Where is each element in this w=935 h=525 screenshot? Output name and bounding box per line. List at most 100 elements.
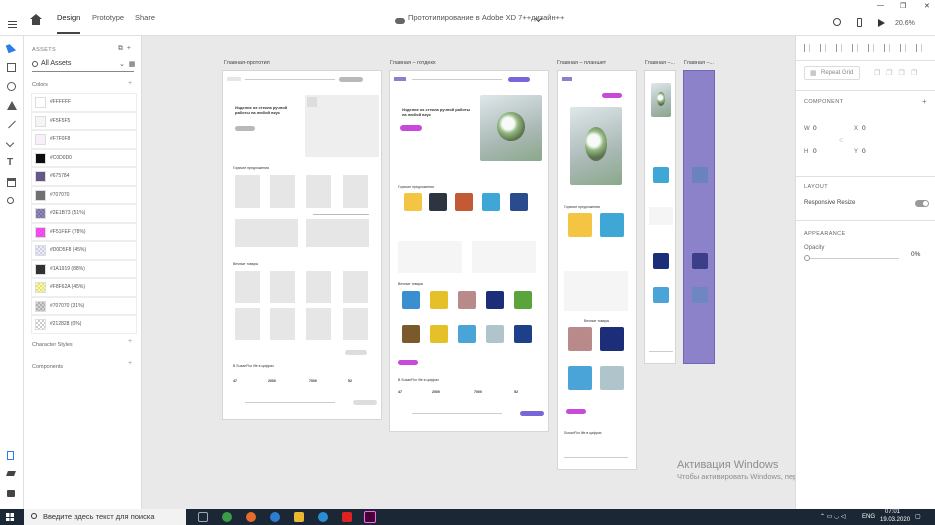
adobe-xd-icon[interactable]: [364, 511, 376, 523]
assets-filter[interactable]: All Assets: [41, 60, 71, 67]
edge-icon[interactable]: [270, 512, 280, 522]
rectangle-tool-icon[interactable]: [7, 63, 16, 72]
add-asset-icon[interactable]: +: [127, 45, 131, 52]
artboard-label[interactable]: Главная – планшет: [557, 60, 606, 66]
add-color-icon[interactable]: +: [128, 80, 132, 87]
artboard-label[interactable]: Главная-прототип: [224, 60, 270, 66]
document-assets-icon[interactable]: [7, 451, 14, 460]
responsive-resize-toggle[interactable]: [915, 200, 929, 207]
search-icon[interactable]: [32, 61, 38, 67]
tab-share[interactable]: Share: [135, 0, 155, 36]
align-center-icon[interactable]: [820, 44, 826, 52]
design-canvas[interactable]: Главная-прототип Главная – готдекх Главн…: [142, 36, 795, 509]
add-component-icon[interactable]: +: [922, 97, 927, 106]
artboard-mobile[interactable]: [644, 70, 676, 364]
color-asset-row[interactable]: #2E1B73 (51%): [31, 204, 137, 223]
language-indicator[interactable]: ENG: [862, 514, 875, 520]
color-asset-row[interactable]: #675784: [31, 167, 137, 186]
play-icon[interactable]: [878, 19, 885, 27]
color-asset-row[interactable]: #1A1919 (88%): [31, 259, 137, 278]
zoom-tool-icon[interactable]: [7, 197, 14, 204]
task-view-icon[interactable]: [198, 512, 208, 522]
pen-tool-icon[interactable]: [5, 138, 15, 148]
color-asset-row[interactable]: #F8F62A (45%): [31, 278, 137, 297]
artboard-mobile-selected[interactable]: [683, 70, 715, 364]
export-icon[interactable]: ⧉: [118, 45, 123, 52]
color-asset-row[interactable]: #F5F5F5: [31, 111, 137, 130]
lock-aspect-icon[interactable]: ⊂: [839, 137, 844, 144]
hero-button: [235, 126, 255, 131]
colors-section-title[interactable]: Colors: [32, 82, 48, 88]
color-asset-row[interactable]: #F51FEF (78%): [31, 222, 137, 241]
mobile-preview-icon[interactable]: [857, 18, 862, 27]
hero-heading: Изделие из стекла ручной работы на любой…: [402, 107, 471, 117]
artboard-tablet[interactable]: Горячие предложения Вечные товары SusanF…: [557, 70, 637, 470]
section-eternal-goods: Вечные товары: [233, 262, 259, 266]
tab-design[interactable]: Design: [57, 0, 81, 34]
distribute-vertical-icon[interactable]: [916, 44, 922, 52]
color-asset-row[interactable]: #707070 (31%): [31, 296, 137, 315]
align-right-icon[interactable]: [836, 44, 842, 52]
line-tool-icon[interactable]: [8, 120, 16, 129]
layers-icon[interactable]: [6, 471, 16, 476]
artboard-label[interactable]: Главная –...: [684, 60, 714, 66]
media-icon[interactable]: [342, 512, 352, 522]
firefox-icon[interactable]: [246, 512, 256, 522]
minimize-button[interactable]: —: [877, 2, 884, 9]
taskbar-search[interactable]: Введите здесь текст для поиска: [24, 509, 186, 525]
clock-time[interactable]: 07:01: [885, 509, 900, 515]
home-icon[interactable]: [30, 14, 42, 25]
opacity-value[interactable]: 0%: [911, 251, 920, 258]
repeat-grid-button[interactable]: Repeat Grid: [804, 66, 860, 80]
hamburger-menu-icon[interactable]: [6, 0, 20, 36]
align-left-icon[interactable]: [804, 44, 810, 52]
artboard-tool-icon[interactable]: [7, 178, 16, 187]
skype-icon[interactable]: [318, 512, 328, 522]
chrome-icon[interactable]: [222, 512, 232, 522]
clock-date[interactable]: 19.03.2020: [880, 517, 910, 523]
height-input[interactable]: 0: [813, 148, 817, 155]
notifications-icon[interactable]: ▢: [915, 513, 921, 520]
y-input[interactable]: 0: [862, 148, 866, 155]
character-styles-title[interactable]: Character Styles: [32, 342, 73, 348]
artboard-label[interactable]: Главная –...: [645, 60, 675, 66]
x-input[interactable]: 0: [862, 125, 866, 132]
close-button[interactable]: ✕: [924, 2, 930, 10]
select-tool-icon[interactable]: [5, 42, 17, 54]
align-middle-icon[interactable]: [868, 44, 874, 52]
width-input[interactable]: 0: [813, 125, 817, 132]
align-bottom-icon[interactable]: [884, 44, 890, 52]
windows-start-icon[interactable]: [6, 513, 14, 521]
add-character-style-icon[interactable]: +: [128, 338, 132, 345]
opacity-slider-knob[interactable]: [804, 255, 810, 261]
maximize-button[interactable]: ❐: [900, 2, 906, 10]
polygon-tool-icon[interactable]: [7, 101, 17, 110]
product-image: [458, 291, 476, 309]
ellipse-tool-icon[interactable]: [7, 82, 16, 91]
footer-nav: [412, 413, 502, 414]
tab-prototype[interactable]: Prototype: [92, 0, 124, 36]
section-hot-offers: Горячие предложения: [564, 205, 600, 209]
color-asset-row[interactable]: #F7F0F8: [31, 130, 137, 149]
components-title[interactable]: Components: [32, 364, 63, 370]
color-asset-row[interactable]: #212828 (0%): [31, 315, 137, 334]
filter-controls[interactable]: ⌄ ▦: [119, 60, 135, 68]
boolean-ops-icons[interactable]: ❐❐❐❐: [874, 69, 923, 77]
artboard-label[interactable]: Главная – готдекх: [390, 60, 436, 66]
color-asset-row[interactable]: #D0D5F8 (45%): [31, 241, 137, 260]
add-component-icon[interactable]: +: [128, 360, 132, 367]
user-icon[interactable]: [833, 18, 841, 26]
color-label: #707070: [50, 191, 70, 198]
opacity-slider-track[interactable]: [806, 258, 899, 259]
align-top-icon[interactable]: [852, 44, 858, 52]
color-asset-row[interactable]: #707070: [31, 185, 137, 204]
plugins-icon[interactable]: [7, 490, 15, 497]
artboard-desktop[interactable]: Изделие из стекла ручной работы на любой…: [389, 70, 549, 432]
color-asset-row[interactable]: #FFFFFF: [31, 93, 137, 112]
color-asset-row[interactable]: #C0D0D0: [31, 148, 137, 167]
distribute-horizontal-icon[interactable]: [900, 44, 906, 52]
file-explorer-icon[interactable]: [294, 512, 304, 522]
artboard-prototype[interactable]: Изделие из стекла ручной работы на любой…: [222, 70, 382, 420]
text-tool-icon[interactable]: T: [7, 158, 16, 168]
tray-icons[interactable]: ⌃ ▭ ◡ ◁: [820, 513, 846, 520]
